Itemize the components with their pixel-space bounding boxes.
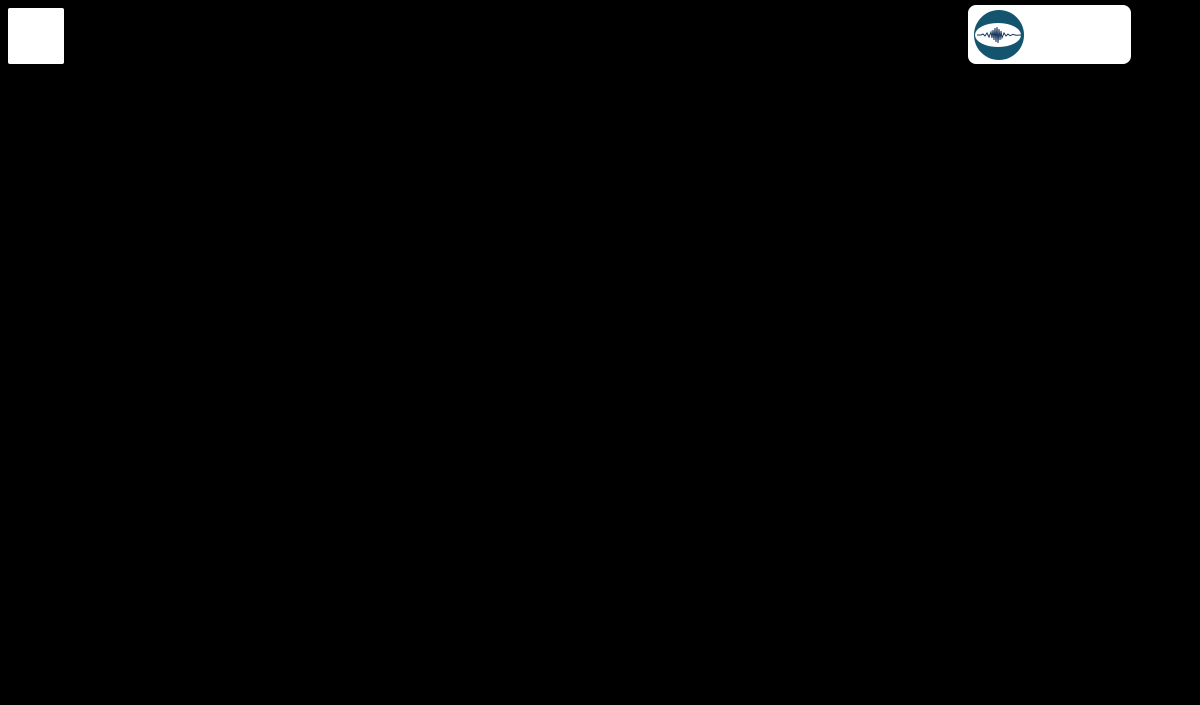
ufrn-logo	[8, 8, 64, 64]
helicorder-plot-canvas	[0, 0, 1200, 705]
helicorder-screen	[0, 0, 1200, 705]
labsis-waveform-icon	[974, 9, 1026, 60]
labsis-logo	[968, 5, 1131, 64]
